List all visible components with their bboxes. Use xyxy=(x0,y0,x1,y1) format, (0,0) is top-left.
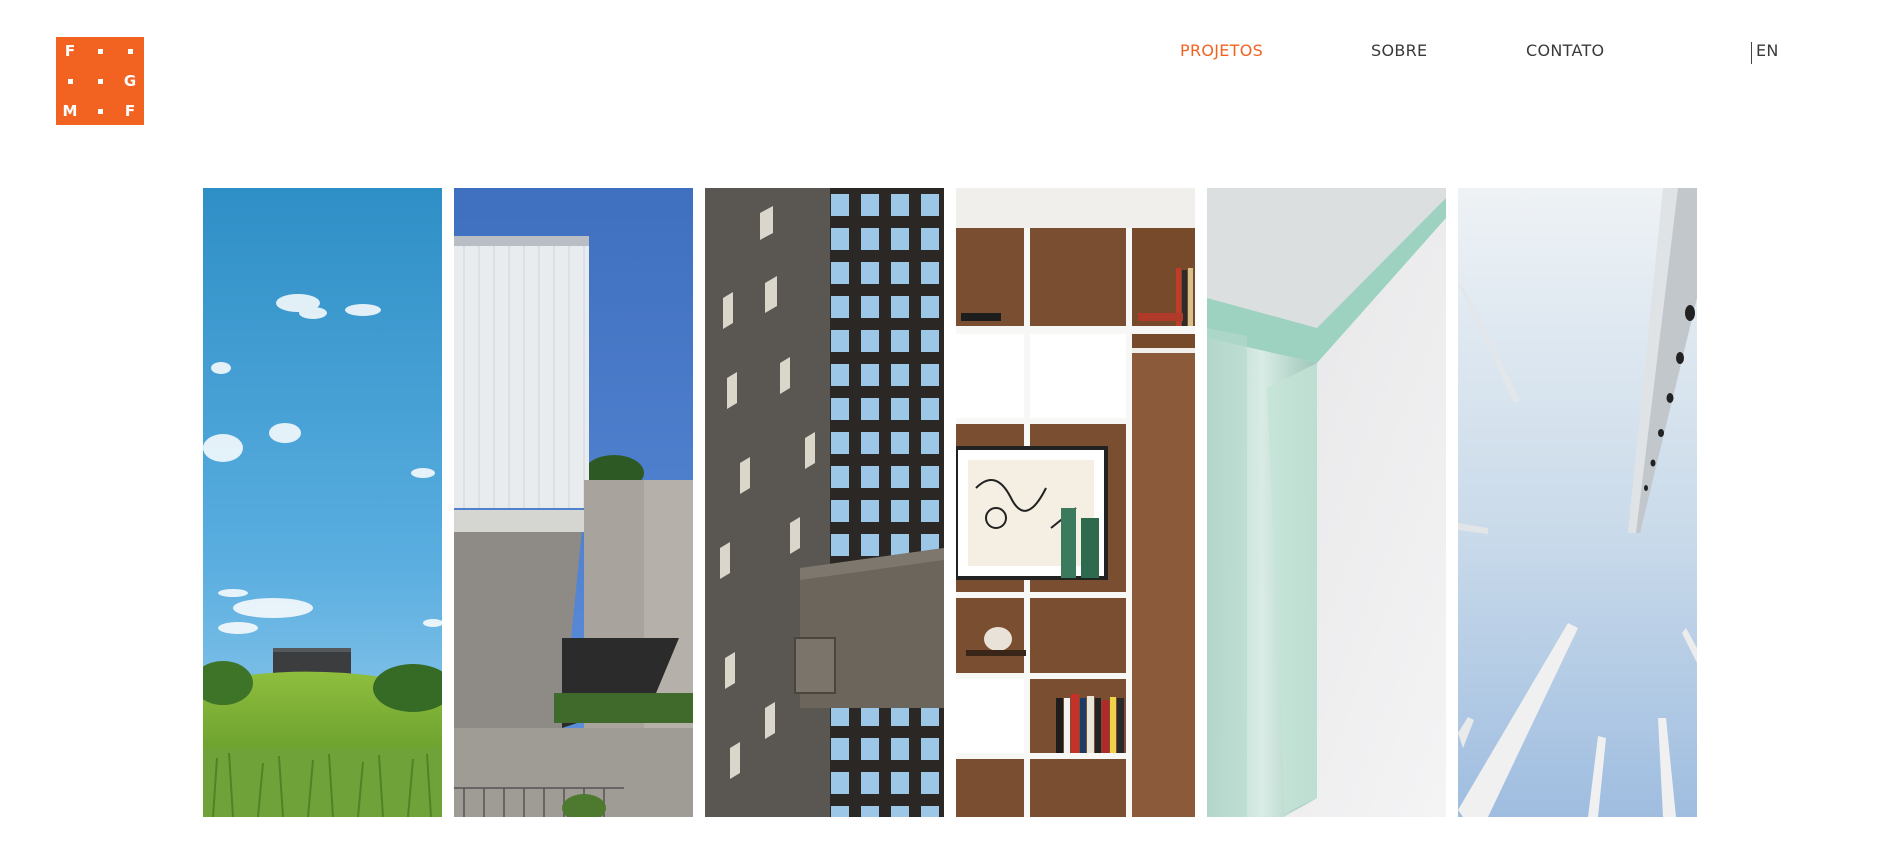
project-card-poles[interactable] xyxy=(1458,188,1697,817)
project-card-glass[interactable] xyxy=(1207,188,1446,817)
nav-projetos[interactable]: PROJETOS xyxy=(1180,41,1263,60)
white-poles-sky-photo-icon xyxy=(1458,188,1697,817)
project-card-landscape[interactable] xyxy=(203,188,442,817)
logo-dot xyxy=(118,39,142,63)
logo-letter-f: F xyxy=(64,41,76,60)
concrete-building-photo-icon xyxy=(454,188,693,817)
bookshelf-interior-photo-icon xyxy=(956,188,1195,817)
logo-dot xyxy=(88,99,112,123)
cobogo-facade-photo-icon xyxy=(705,188,944,817)
project-card-facade[interactable] xyxy=(705,188,944,817)
nav-sobre[interactable]: SOBRE xyxy=(1371,41,1427,60)
logo-dot xyxy=(88,39,112,63)
logo-dot xyxy=(88,69,112,93)
project-card-interior[interactable] xyxy=(956,188,1195,817)
language-divider xyxy=(1751,42,1752,64)
logo-letter-m: M xyxy=(62,101,78,120)
project-card-building[interactable] xyxy=(454,188,693,817)
brand-logo[interactable]: F G M F xyxy=(56,37,144,125)
logo-dot xyxy=(58,69,82,93)
nav-contato[interactable]: CONTATO xyxy=(1526,41,1604,60)
landscape-photo-icon xyxy=(203,188,442,817)
logo-letter-g: G xyxy=(123,71,137,90)
logo-letter-f2: F xyxy=(124,101,136,120)
glass-table-photo-icon xyxy=(1207,188,1446,817)
language-switch[interactable]: EN xyxy=(1756,41,1779,60)
